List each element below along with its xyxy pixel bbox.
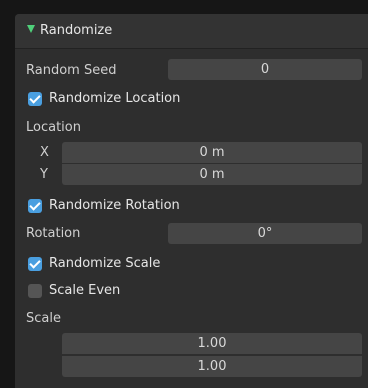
checkmark-icon	[29, 199, 41, 211]
checkmark-icon	[29, 257, 41, 269]
location-label: Location	[26, 120, 81, 135]
location-y-label: Y	[40, 167, 48, 182]
rotation-field[interactable]: 0°	[168, 223, 362, 244]
randomize-rotation-label: Randomize Rotation	[49, 198, 180, 213]
panel-title: Randomize	[40, 23, 113, 38]
panel-header[interactable]: Randomize	[15, 14, 368, 49]
randomize-scale-label: Randomize Scale	[49, 256, 161, 271]
scale-even-label: Scale Even	[49, 283, 121, 298]
rotation-label: Rotation	[26, 226, 81, 241]
randomize-location-label: Randomize Location	[49, 91, 181, 106]
scale-field-1[interactable]: 1.00	[62, 333, 362, 354]
random-seed-field[interactable]: 0	[168, 59, 362, 80]
scale-even-checkbox[interactable]	[28, 284, 42, 298]
scale-label: Scale	[26, 311, 61, 326]
randomize-panel: Randomize Random Seed 0 Randomize Locati…	[15, 14, 368, 388]
randomize-rotation-checkbox[interactable]	[28, 199, 42, 213]
location-x-label: X	[40, 145, 49, 160]
location-y-field[interactable]: 0 m	[62, 164, 362, 185]
randomize-location-checkbox[interactable]	[28, 92, 42, 106]
randomize-scale-checkbox[interactable]	[28, 257, 42, 271]
scale-field-2[interactable]: 1.00	[62, 356, 362, 377]
location-x-field[interactable]: 0 m	[62, 142, 362, 163]
checkmark-icon	[29, 92, 41, 104]
random-seed-label: Random Seed	[26, 63, 117, 78]
expand-triangle-icon[interactable]	[27, 25, 35, 33]
